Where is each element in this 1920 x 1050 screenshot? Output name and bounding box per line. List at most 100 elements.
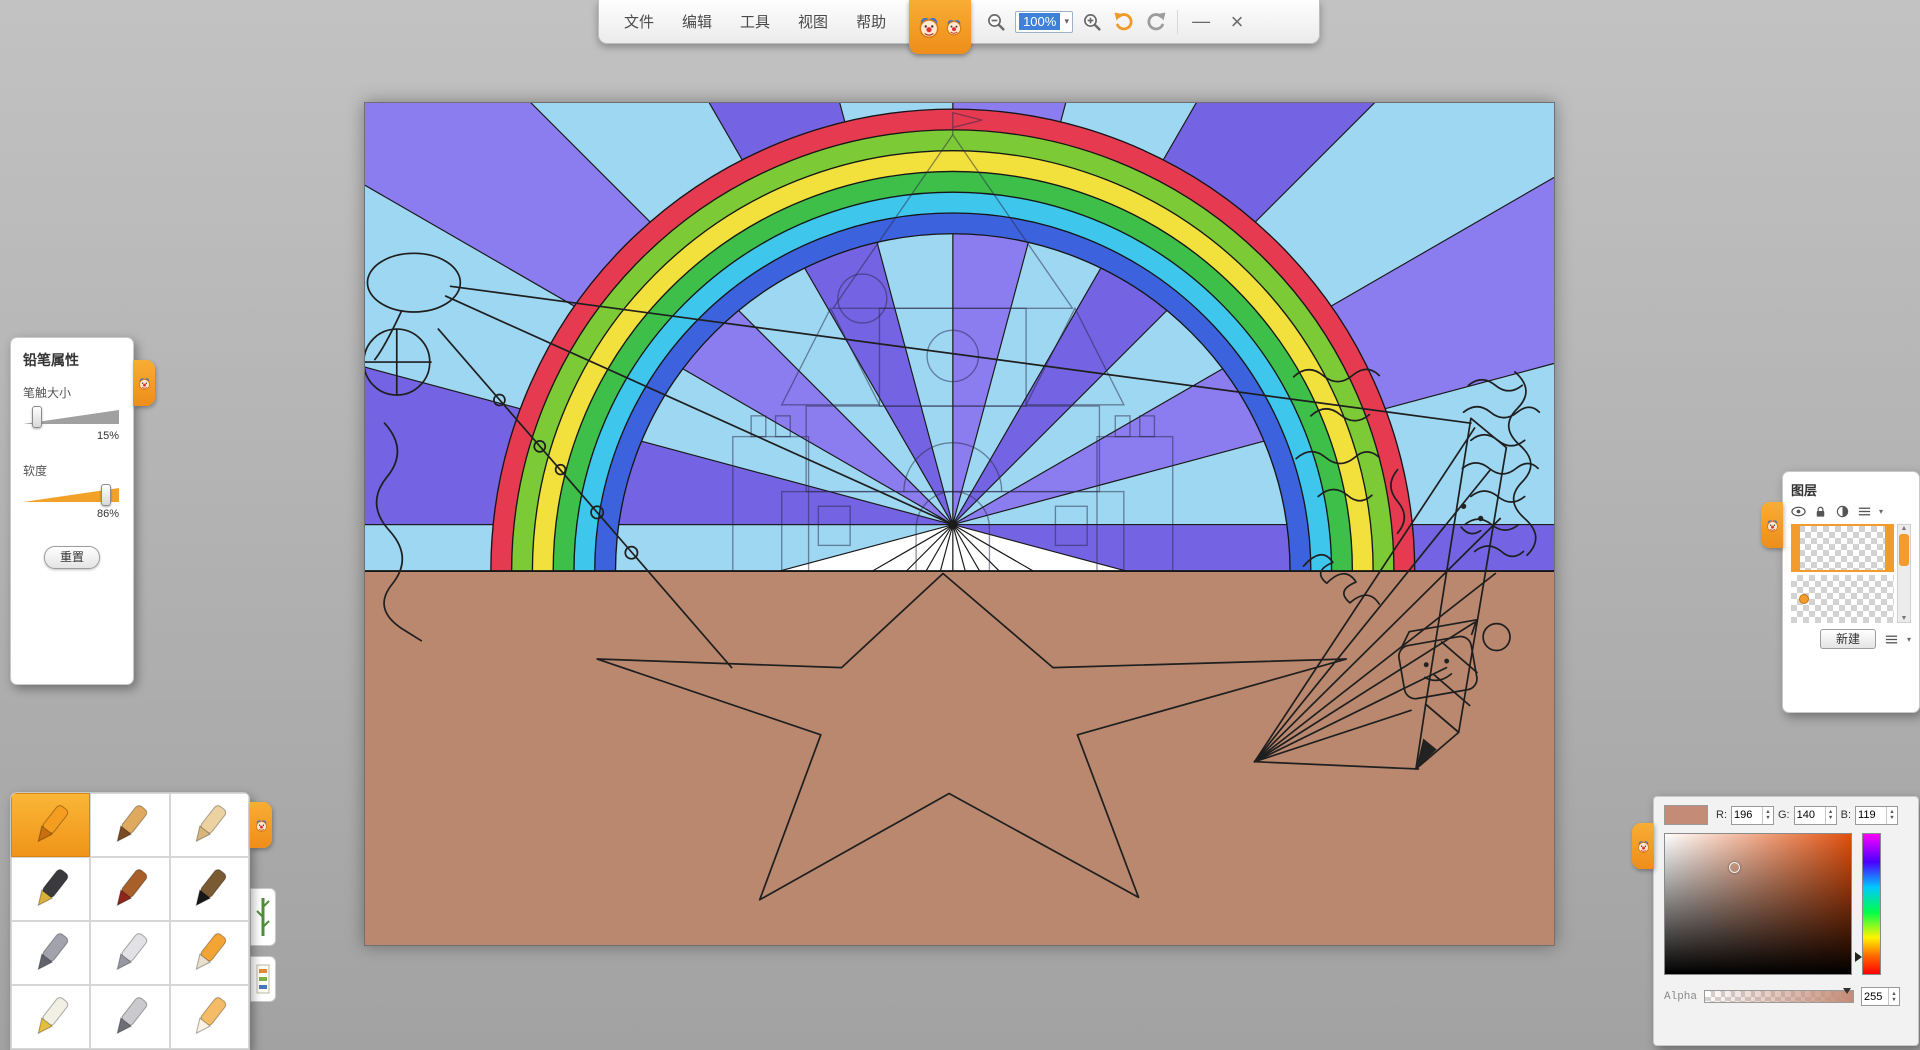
menu-help[interactable]: 帮助 xyxy=(843,3,899,40)
g-label: G: xyxy=(1778,809,1790,821)
hue-marker[interactable] xyxy=(1855,952,1862,962)
pattern-icon xyxy=(255,963,271,995)
tool-paint-brush[interactable] xyxy=(90,857,169,921)
b-spinner[interactable]: ▲▼ xyxy=(1886,807,1897,824)
sv-cursor[interactable] xyxy=(1729,862,1740,873)
tool-chalk[interactable] xyxy=(170,793,249,857)
layers-panel-tab[interactable] xyxy=(1761,502,1783,548)
b-field: ▲▼ xyxy=(1855,806,1898,825)
zoom-in-icon xyxy=(1082,12,1102,32)
menu-view[interactable]: 视图 xyxy=(785,3,841,40)
clown-icon xyxy=(137,376,152,391)
alpha-spinner[interactable]: ▲▼ xyxy=(1888,988,1899,1005)
layer-menu-icon[interactable] xyxy=(1884,633,1899,646)
zoom-out-button[interactable] xyxy=(981,7,1011,37)
softness-label: 软度 xyxy=(23,462,121,479)
tool-paint-tube[interactable] xyxy=(11,985,90,1049)
hue-slider[interactable] xyxy=(1862,833,1881,975)
g-input[interactable] xyxy=(1795,807,1825,824)
clown-icon xyxy=(254,818,269,833)
visibility-icon[interactable] xyxy=(1791,505,1806,518)
layer-selection-handle xyxy=(1885,526,1892,570)
zoom-out-icon xyxy=(986,12,1006,32)
layers-panel: 图层 ▾ xyxy=(1782,471,1920,713)
paint-roller-icon xyxy=(183,931,235,975)
redo-icon xyxy=(1144,10,1168,34)
tool-quill[interactable] xyxy=(90,985,169,1049)
canvas-artwork xyxy=(365,103,1554,945)
tool-eraser[interactable] xyxy=(170,985,249,1049)
scrollbar-thumb[interactable] xyxy=(1899,534,1909,566)
tool-airbrush[interactable] xyxy=(11,921,90,985)
tool-fountain-pen[interactable] xyxy=(11,857,90,921)
close-button[interactable]: × xyxy=(1220,7,1254,37)
softness-value: 86% xyxy=(23,508,119,520)
layers-list xyxy=(1791,524,1894,623)
blend-icon[interactable] xyxy=(1835,505,1850,518)
layer-options-icon[interactable] xyxy=(1857,505,1872,518)
reset-button[interactable]: 重置 xyxy=(44,546,100,569)
drawing-canvas[interactable] xyxy=(364,102,1555,946)
crayon-icon xyxy=(25,803,77,847)
r-spinner[interactable]: ▲▼ xyxy=(1762,807,1773,824)
tool-pencil[interactable] xyxy=(90,793,169,857)
zoom-level-select[interactable]: 100% ▾ xyxy=(1015,11,1073,33)
b-label: B: xyxy=(1841,809,1851,821)
undo-icon xyxy=(1112,10,1136,34)
alpha-input[interactable] xyxy=(1862,988,1888,1005)
minimize-button[interactable]: — xyxy=(1184,7,1218,37)
b-input[interactable] xyxy=(1856,807,1886,824)
lock-icon[interactable] xyxy=(1813,505,1828,518)
softness-handle[interactable] xyxy=(101,484,111,506)
scroll-up-icon[interactable]: ▲ xyxy=(1901,525,1908,532)
bamboo-tool-button[interactable] xyxy=(250,888,276,946)
layer-selection-handle xyxy=(1793,526,1800,570)
pattern-tool-button[interactable] xyxy=(250,956,276,1002)
alpha-marker[interactable] xyxy=(1843,988,1851,994)
brush-size-slider[interactable] xyxy=(23,407,119,427)
clown-small-icon xyxy=(944,17,964,37)
clown-icon xyxy=(1636,839,1651,854)
softness-slider[interactable] xyxy=(23,485,119,505)
brush-size-value: 15% xyxy=(23,430,119,442)
ink-brush-icon xyxy=(183,867,235,911)
toolbar-separator xyxy=(1177,10,1178,34)
undo-button[interactable] xyxy=(1109,7,1139,37)
color-panel-tab[interactable] xyxy=(1632,823,1654,869)
alpha-slider[interactable] xyxy=(1704,990,1854,1003)
tool-palette-tab[interactable] xyxy=(250,802,272,848)
menu-file[interactable]: 文件 xyxy=(611,3,667,40)
brush-size-handle[interactable] xyxy=(32,406,42,428)
layers-scrollbar[interactable]: ▲ ▼ xyxy=(1897,524,1911,623)
eraser-icon xyxy=(183,995,235,1039)
quill-icon xyxy=(104,995,156,1039)
airbrush-icon xyxy=(25,931,77,975)
zoom-dropdown-icon[interactable]: ▾ xyxy=(1062,16,1073,27)
scroll-down-icon[interactable]: ▼ xyxy=(1901,615,1908,622)
saturation-value-picker[interactable] xyxy=(1664,833,1852,975)
layer-row-2[interactable] xyxy=(1791,575,1894,623)
layer-row-1[interactable] xyxy=(1791,524,1894,572)
r-label: R: xyxy=(1716,809,1727,821)
g-field: ▲▼ xyxy=(1794,806,1837,825)
r-input[interactable] xyxy=(1732,807,1762,824)
tool-paint-roller[interactable] xyxy=(170,921,249,985)
redo-button[interactable] xyxy=(1141,7,1171,37)
mascot-tab[interactable] xyxy=(909,0,971,54)
tool-ink-brush[interactable] xyxy=(170,857,249,921)
menu-edit[interactable]: 编辑 xyxy=(669,3,725,40)
clown-icon xyxy=(916,14,942,40)
menu-tools[interactable]: 工具 xyxy=(727,3,783,40)
zoom-level-value: 100% xyxy=(1019,13,1060,30)
alpha-gradient xyxy=(1705,991,1853,1002)
layer-options-dropdown-icon[interactable]: ▾ xyxy=(1879,507,1883,516)
main-toolbar: 文件 编辑 工具 视图 帮助 100% ▾ xyxy=(598,0,1320,44)
current-color-swatch xyxy=(1664,805,1708,825)
layer-menu-dropdown-icon[interactable]: ▾ xyxy=(1907,635,1911,644)
tool-crayon[interactable] xyxy=(11,793,90,857)
zoom-in-button[interactable] xyxy=(1077,7,1107,37)
g-spinner[interactable]: ▲▼ xyxy=(1825,807,1836,824)
new-layer-button[interactable]: 新建 xyxy=(1820,629,1876,649)
tool-palette-knife[interactable] xyxy=(90,921,169,985)
pencil-panel-tab[interactable] xyxy=(133,360,155,406)
